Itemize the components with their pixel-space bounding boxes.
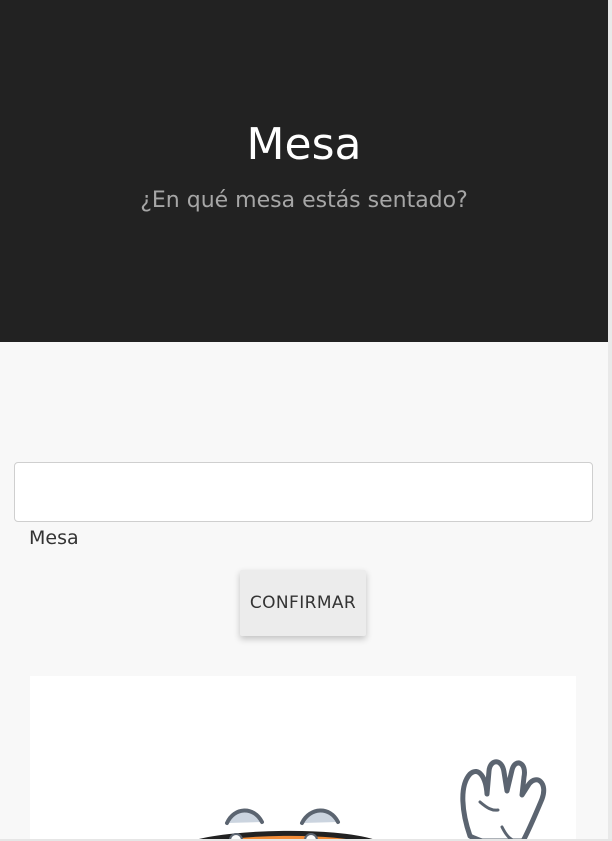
- left-eyebrow-icon: [225, 808, 264, 825]
- waving-hand-icon: [460, 759, 547, 841]
- main-content: Mesa CONFIRMAR: [0, 342, 608, 841]
- confirm-button[interactable]: CONFIRMAR: [240, 570, 366, 636]
- page-subtitle: ¿En qué mesa estás sentado?: [140, 188, 468, 213]
- page: Mesa ¿En qué mesa estás sentado? Mesa CO…: [0, 0, 612, 841]
- mascot-face: [196, 808, 375, 841]
- mesa-label: Mesa: [29, 527, 79, 549]
- page-header: Mesa ¿En qué mesa estás sentado?: [0, 0, 608, 342]
- mesa-input[interactable]: [14, 462, 593, 522]
- mascot-illustration: [30, 676, 576, 841]
- page-title: Mesa: [246, 119, 362, 170]
- right-eyebrow-icon: [300, 808, 340, 825]
- scrollbar[interactable]: [608, 0, 612, 841]
